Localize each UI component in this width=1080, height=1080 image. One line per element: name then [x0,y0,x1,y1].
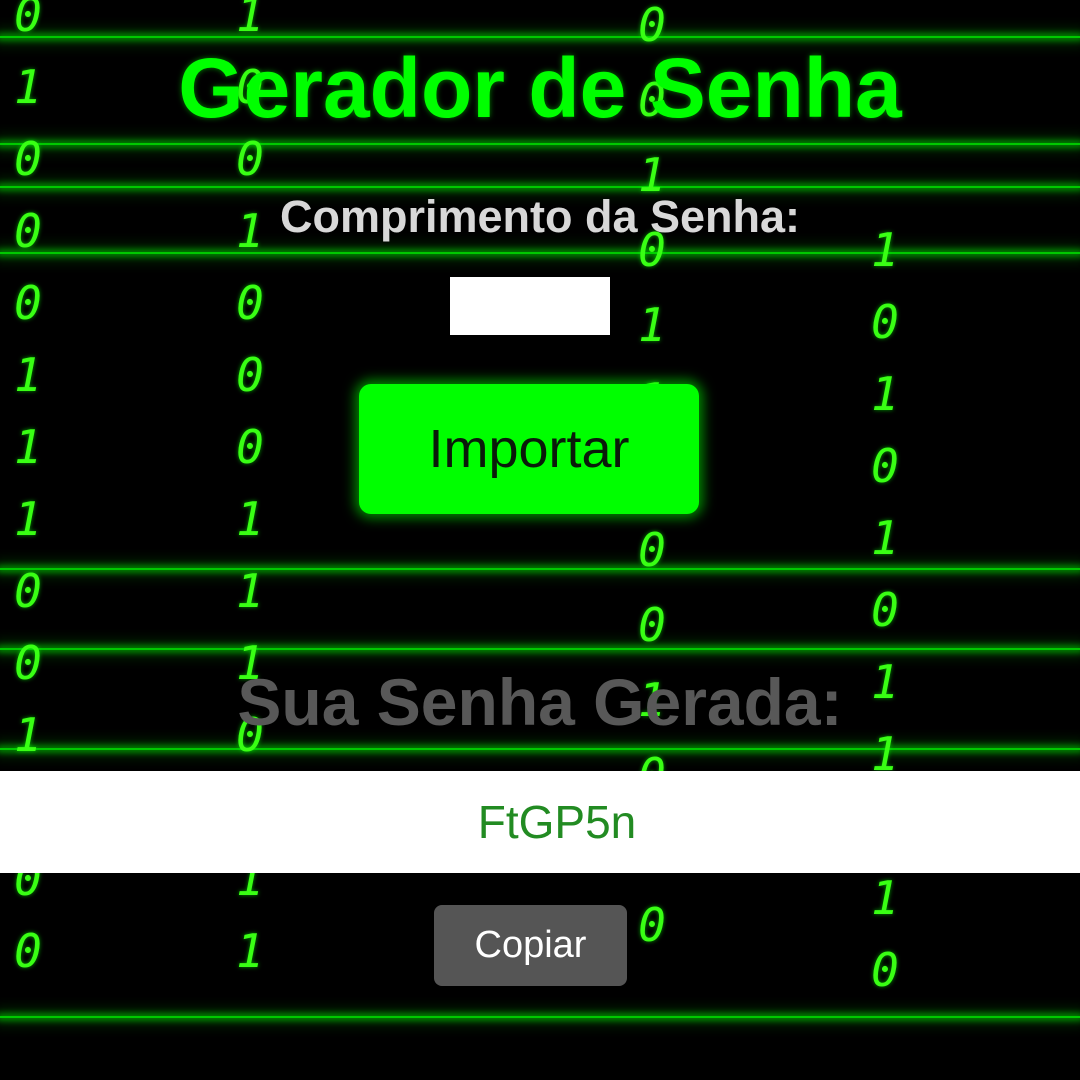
binary-digit: 0 [871,439,899,493]
generate-button[interactable]: Importar [359,384,699,514]
binary-digit: 0 [638,898,666,952]
binary-digit: 0 [14,132,42,186]
binary-digit: 1 [236,924,264,978]
scanline [0,648,1080,650]
binary-digit: 0 [14,564,42,618]
binary-digit: 1 [236,564,264,618]
binary-digit: 0 [14,276,42,330]
copy-button[interactable]: Copiar [434,905,627,986]
scanline [0,252,1080,254]
binary-digit: 0 [638,523,666,577]
generated-password-box[interactable]: FtGP5n [0,771,1080,873]
binary-digit: 0 [871,943,899,997]
binary-digit: 0 [14,924,42,978]
binary-digit: 1 [14,492,42,546]
page-title: Gerador de Senha [178,41,902,135]
binary-digit: 0 [14,0,42,42]
binary-digit: 0 [871,583,899,637]
binary-digit: 1 [14,420,42,474]
binary-digit: 1 [638,298,666,352]
generated-password-value: FtGP5n [477,796,637,848]
binary-digit: 0 [236,276,264,330]
binary-digit: 1 [236,492,264,546]
binary-digit: 0 [638,598,666,652]
password-generator-page: 0100011100110010010001110111001011100101… [0,0,1080,1080]
password-length-input[interactable] [450,277,610,335]
binary-digit: 1 [236,0,264,42]
binary-digit: 1 [871,367,899,421]
binary-digit: 1 [14,348,42,402]
scanline [0,1016,1080,1018]
binary-digit: 0 [236,348,264,402]
password-length-label: Comprimento da Senha: [279,191,801,242]
generated-password-label: Sua Senha Gerada: [237,665,843,739]
binary-digit: 0 [236,420,264,474]
binary-digit: 1 [871,511,899,565]
scanline [0,568,1080,570]
binary-digit: 0 [236,132,264,186]
scanline [0,143,1080,145]
binary-digit: 0 [871,295,899,349]
binary-digit: 1 [871,871,899,925]
scanline [0,748,1080,750]
